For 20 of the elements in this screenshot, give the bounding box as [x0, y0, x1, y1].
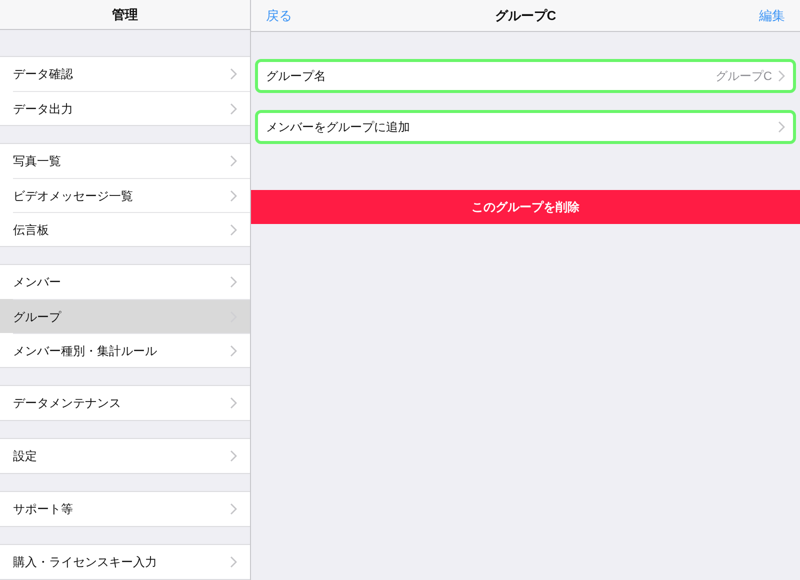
row-value: グループC	[715, 68, 772, 85]
chevron-icon	[778, 70, 785, 82]
list-row[interactable]: グループ名 グループC	[255, 59, 796, 93]
chevron-icon	[230, 68, 237, 80]
chevron-icon	[230, 155, 237, 167]
chevron-icon	[230, 503, 237, 515]
chevron-icon	[230, 556, 237, 568]
chevron-icon	[230, 450, 237, 462]
chevron-icon	[230, 344, 237, 356]
page-title: グループC	[494, 6, 556, 25]
list-row[interactable]: メンバーをグループに追加	[255, 110, 796, 144]
sidebar-title: 管理	[112, 6, 138, 24]
sidebar-item[interactable]: グループ	[0, 299, 250, 333]
chevron-icon	[230, 276, 237, 288]
chevron-icon	[230, 397, 237, 409]
chevron-icon	[230, 224, 237, 236]
chevron-icon	[778, 121, 785, 133]
delete-button[interactable]: このグループを削除	[251, 190, 800, 224]
chevron-icon	[230, 102, 237, 114]
chevron-icon	[230, 190, 237, 202]
